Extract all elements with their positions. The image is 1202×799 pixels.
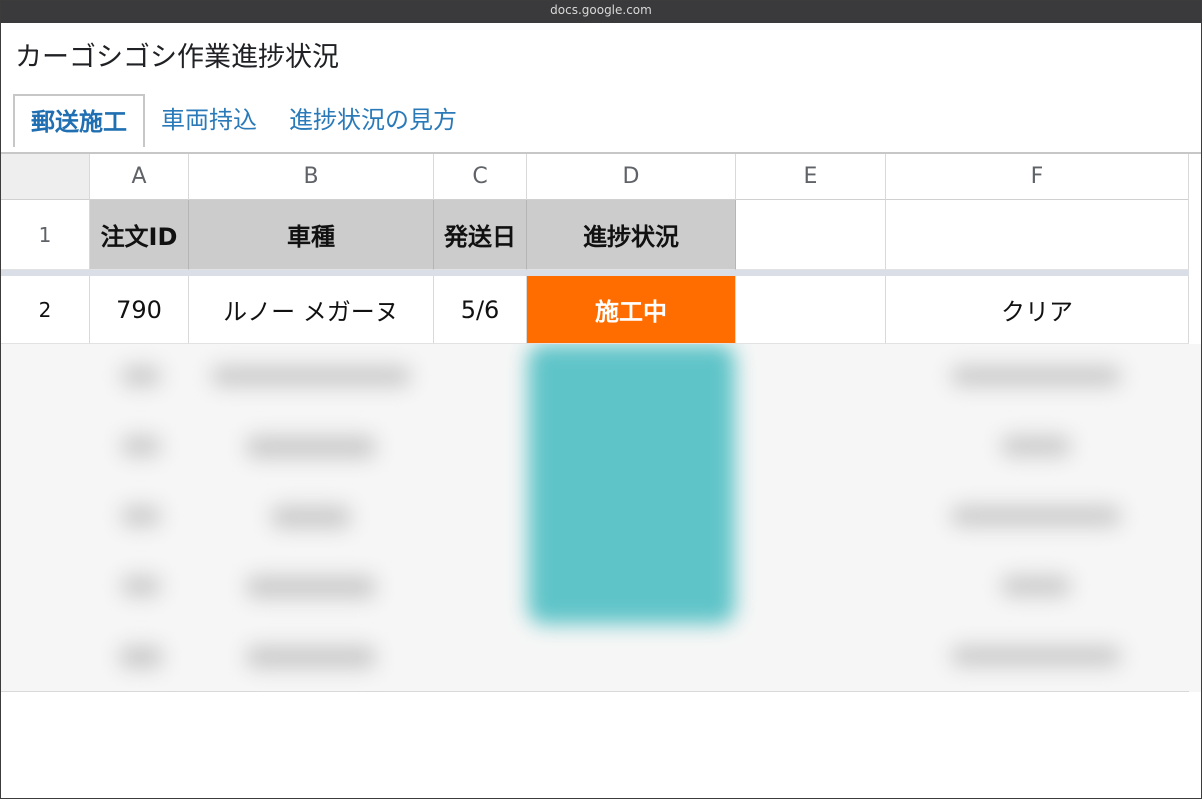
column-header-d[interactable]: D bbox=[527, 154, 736, 200]
cell-ship-date[interactable]: 5/6 bbox=[434, 276, 527, 344]
header-ship-date[interactable]: 発送日 bbox=[434, 200, 527, 270]
header-order-id[interactable]: 注文ID bbox=[90, 200, 189, 270]
blurred-cell bbox=[1001, 576, 1071, 596]
tab-status-guide[interactable]: 進捗状況の見方 bbox=[273, 94, 473, 147]
cell-e2[interactable] bbox=[736, 276, 886, 344]
blurred-cell bbox=[246, 436, 376, 458]
blurred-cell bbox=[1001, 436, 1071, 456]
blurred-cell bbox=[246, 646, 376, 668]
blurred-cell bbox=[951, 646, 1121, 666]
row-number[interactable]: 1 bbox=[1, 200, 90, 270]
cell-notes[interactable]: クリア bbox=[886, 276, 1189, 344]
blurred-cell bbox=[951, 366, 1121, 386]
column-header-a[interactable]: A bbox=[90, 154, 189, 200]
tab-vehicle-dropoff[interactable]: 車両持込 bbox=[145, 94, 273, 147]
blurred-cell bbox=[121, 436, 161, 456]
row-number[interactable]: 2 bbox=[1, 276, 90, 344]
header-progress-status[interactable]: 進捗状況 bbox=[527, 200, 736, 270]
blurred-cell bbox=[121, 506, 161, 526]
column-header-f[interactable]: F bbox=[886, 154, 1189, 200]
spreadsheet-grid: A B C D E F 1 注文ID 車種 発送日 進捗状況 2 790 ルノー… bbox=[1, 154, 1189, 344]
blurred-rows bbox=[1, 344, 1201, 692]
url-bar[interactable]: docs.google.com bbox=[1, 1, 1201, 23]
column-header-row: A B C D E F bbox=[1, 154, 1189, 200]
header-car-model[interactable]: 車種 bbox=[189, 200, 434, 270]
column-header-b[interactable]: B bbox=[189, 154, 434, 200]
blurred-cell bbox=[246, 576, 376, 598]
cell-order-id[interactable]: 790 bbox=[90, 276, 189, 344]
cell-progress-status[interactable]: 施工中 bbox=[527, 276, 736, 344]
blurred-cell bbox=[121, 366, 161, 386]
table-row: 1 注文ID 車種 発送日 進捗状況 bbox=[1, 200, 1189, 270]
blurred-content bbox=[1, 344, 1201, 692]
tab-mail-service[interactable]: 郵送施工 bbox=[13, 94, 145, 147]
blurred-cell bbox=[121, 576, 161, 596]
table-row: 2 790 ルノー メガーヌ 5/6 施工中 クリア bbox=[1, 276, 1189, 344]
app-frame: docs.google.com カーゴシゴシ作業進捗状況 郵送施工 車両持込 進… bbox=[0, 0, 1202, 799]
cell-car-model[interactable]: ルノー メガーヌ bbox=[189, 276, 434, 344]
column-header-c[interactable]: C bbox=[434, 154, 527, 200]
select-all-corner[interactable] bbox=[1, 154, 90, 200]
page-title: カーゴシゴシ作業進捗状況 bbox=[15, 42, 339, 73]
cell-e1[interactable] bbox=[736, 200, 886, 270]
blurred-cell bbox=[271, 506, 351, 528]
column-header-e[interactable]: E bbox=[736, 154, 886, 200]
blurred-cell bbox=[211, 366, 411, 386]
grid-bottom-border bbox=[1, 691, 1189, 692]
sheet-tabs: 郵送施工 車両持込 進捗状況の見方 bbox=[13, 94, 473, 147]
blurred-cell bbox=[951, 506, 1121, 526]
url-text: docs.google.com bbox=[550, 3, 652, 17]
blurred-cell bbox=[119, 646, 163, 668]
cell-f1[interactable] bbox=[886, 200, 1189, 270]
blurred-status-cells bbox=[528, 344, 735, 624]
